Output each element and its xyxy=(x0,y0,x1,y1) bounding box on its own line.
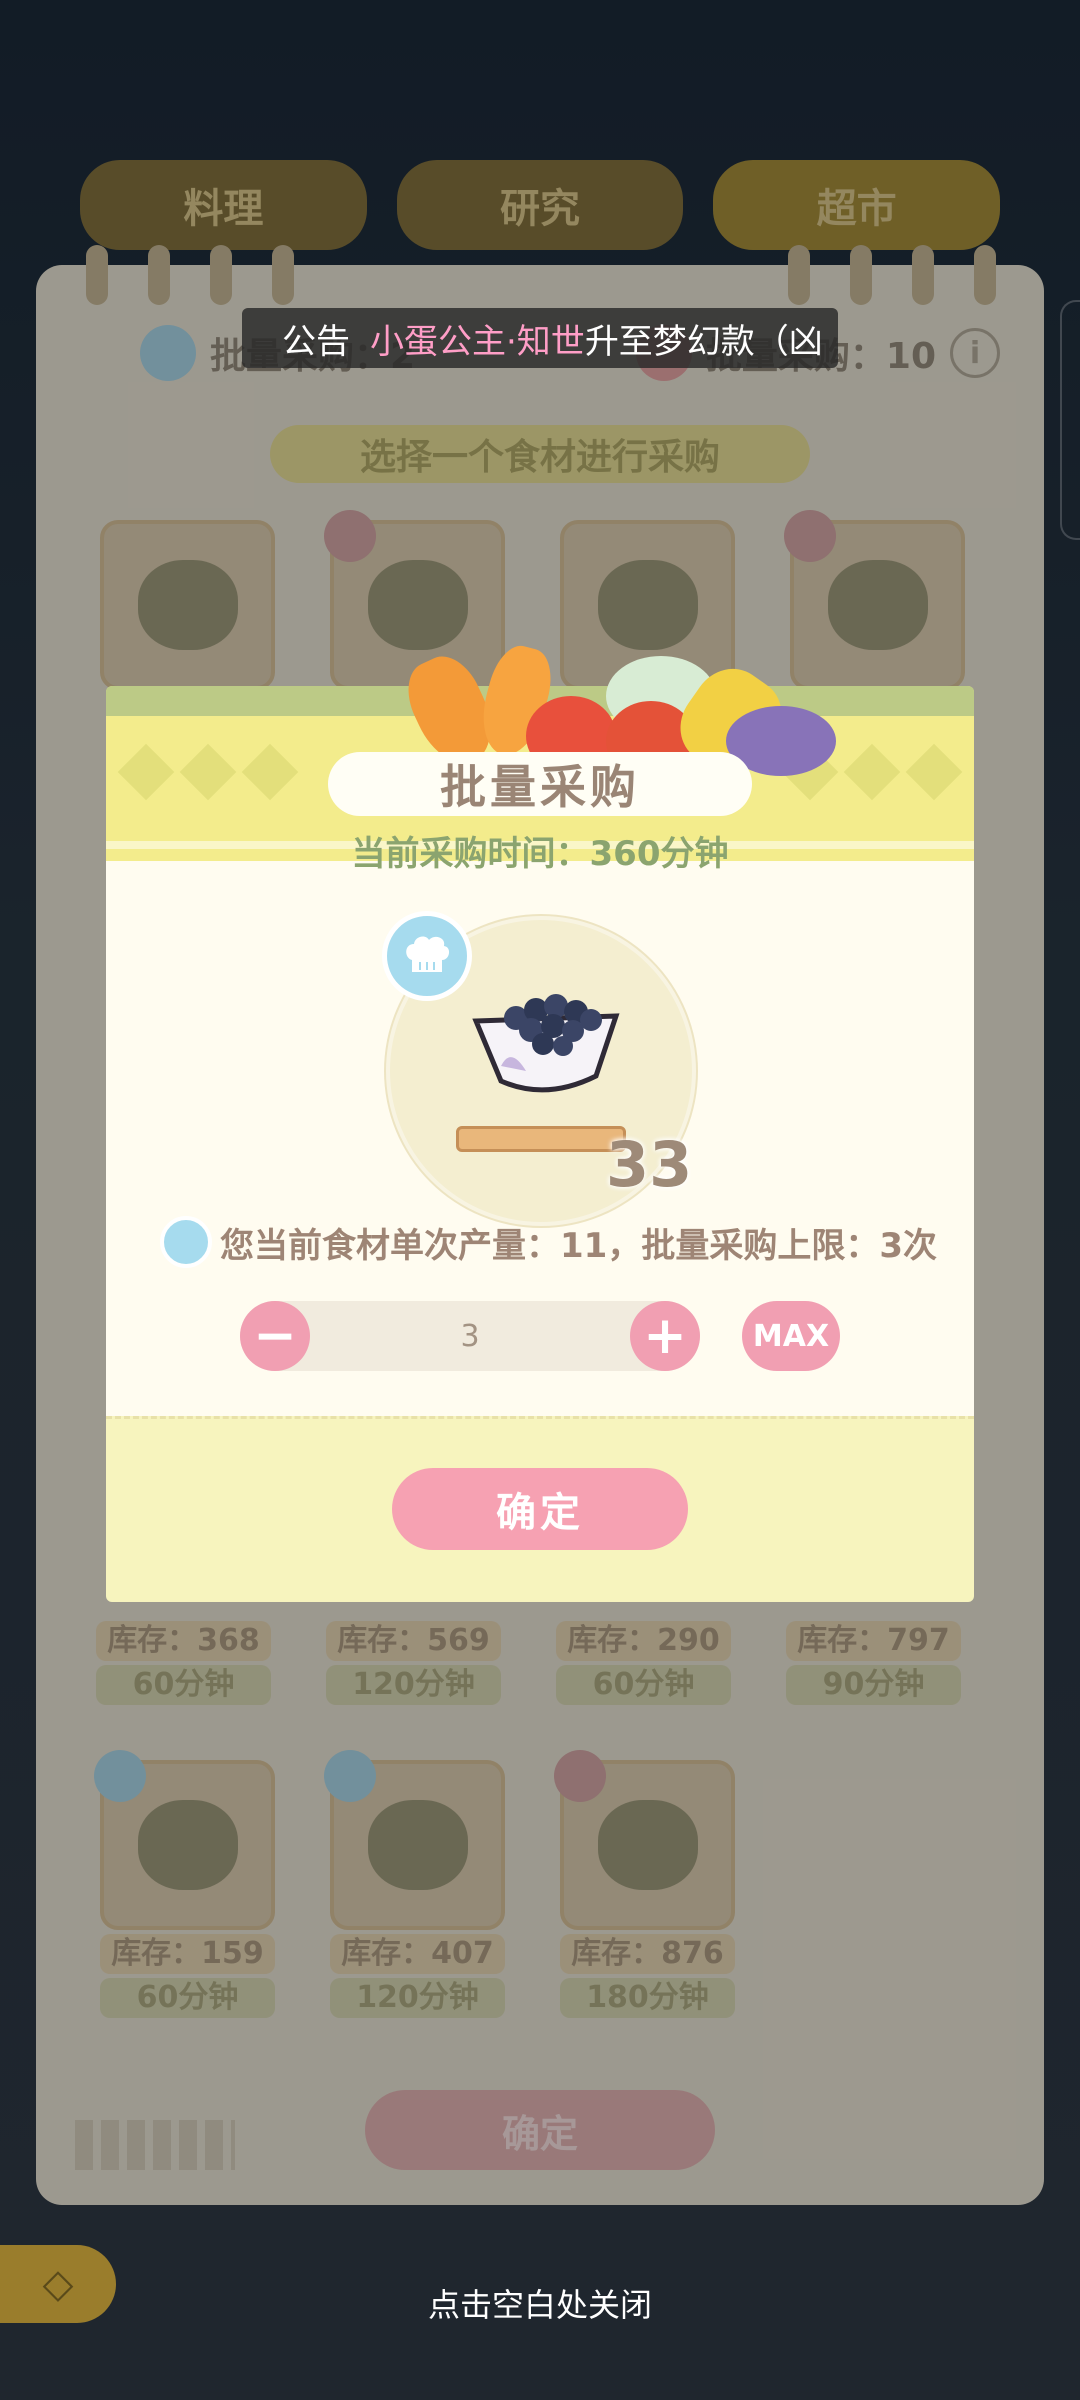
cutting-board-icon xyxy=(456,1126,626,1152)
blueberry-bowl-icon xyxy=(472,994,620,1093)
batch-purchase-dialog: 批量采购 当前采购时间：360分钟 33 您当前食材单次产量：11，批量采购上限… xyxy=(106,640,974,1602)
purchase-time-label: 当前采购时间：360分钟 xyxy=(351,834,729,874)
chef-hat-icon xyxy=(382,911,472,1001)
close-hint: 点击空白处关闭 xyxy=(427,2286,652,2324)
announcement-highlight: 小蛋公主·知世 xyxy=(370,321,585,362)
increase-button[interactable]: + xyxy=(630,1301,700,1371)
quantity-stepper: − 3 + xyxy=(240,1301,700,1371)
yield-info-row: 您当前食材单次产量：11，批量采购上限：3次 xyxy=(160,1214,937,1270)
yield-text: 您当前食材单次产量：11，批量采购上限：3次 xyxy=(220,1225,937,1266)
chef-hat-icon xyxy=(160,1216,212,1268)
dialog-title: 批量采购 xyxy=(328,752,752,816)
quantity-value[interactable]: 3 xyxy=(310,1301,630,1371)
item-count: 33 xyxy=(606,1128,693,1201)
announcement-prefix: 公告 xyxy=(282,321,350,362)
confirm-button[interactable]: 确定 xyxy=(392,1468,688,1550)
max-button[interactable]: MAX xyxy=(742,1301,840,1371)
announcement-text: 升至梦幻款（凶 xyxy=(584,321,823,362)
decrease-button[interactable]: − xyxy=(240,1301,310,1371)
announcement-bar: 公告 小蛋公主·知世升至梦幻款（凶 xyxy=(242,308,838,368)
